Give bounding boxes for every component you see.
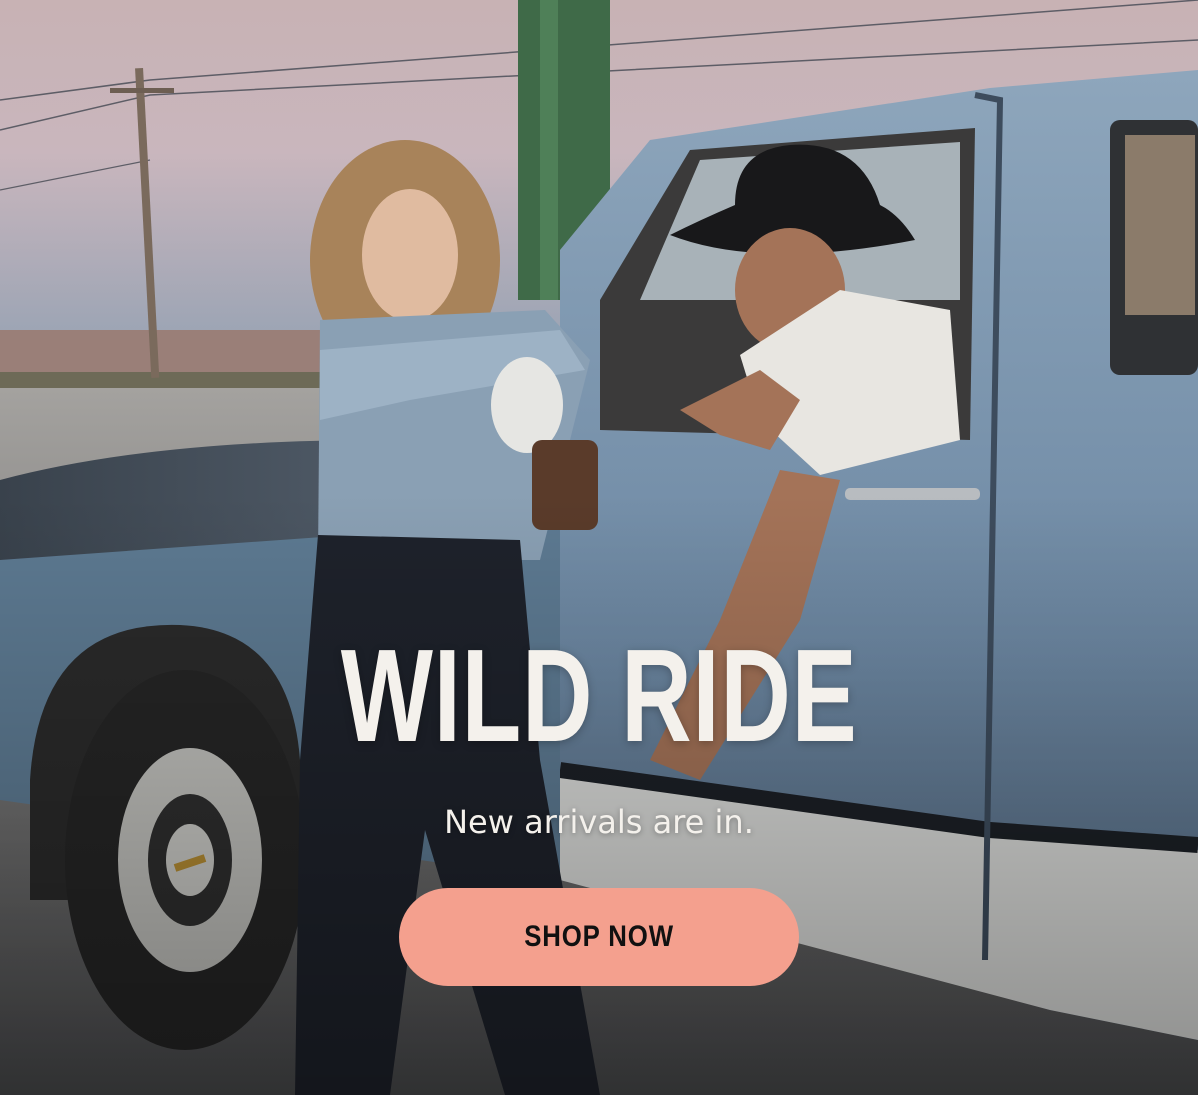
shop-now-button[interactable]: SHOP NOW	[399, 888, 799, 986]
hero-headline: WILD RIDE	[340, 622, 858, 769]
hero-copy: WILD RIDE New arrivals are in. SHOP NOW	[0, 630, 1198, 986]
shop-now-label: SHOP NOW	[524, 920, 674, 953]
hero-banner[interactable]: WILD RIDE New arrivals are in. SHOP NOW	[0, 0, 1198, 1095]
hero-subheadline: New arrivals are in.	[444, 803, 754, 841]
